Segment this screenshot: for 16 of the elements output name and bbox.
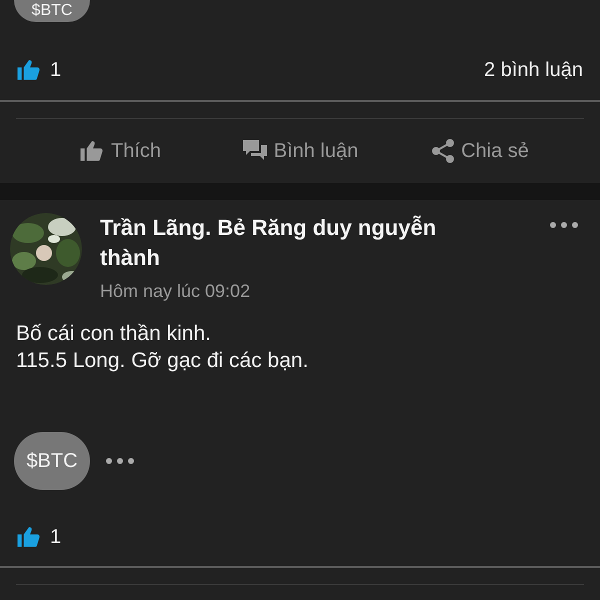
- post-text: 115.5 Long. Gỡ gạc đi các bạn.: [16, 348, 310, 374]
- thumbs-up-icon: [78, 139, 105, 163]
- share-button[interactable]: Chia sẻ: [390, 133, 570, 169]
- tag-chip[interactable]: $BTC: [14, 432, 90, 490]
- like-count: 1: [50, 58, 62, 82]
- comment-button[interactable]: Bình luận: [210, 133, 390, 169]
- post-time: Hôm nay lúc 09:02: [100, 281, 252, 302]
- like-count: 1: [50, 526, 62, 548]
- share-icon: [431, 139, 456, 163]
- tag-chip[interactable]: $BTC: [14, 0, 90, 22]
- comment-count[interactable]: 2 bình luận: [484, 58, 583, 82]
- more-icon[interactable]: [106, 458, 134, 464]
- post-text: Bố cái con thần kinh.: [16, 321, 212, 347]
- like-button[interactable]: Thích: [30, 133, 210, 169]
- more-icon[interactable]: [550, 222, 578, 228]
- author-name[interactable]: Trần Lãng. Bẻ Răng duy nguyễn thành: [100, 213, 500, 273]
